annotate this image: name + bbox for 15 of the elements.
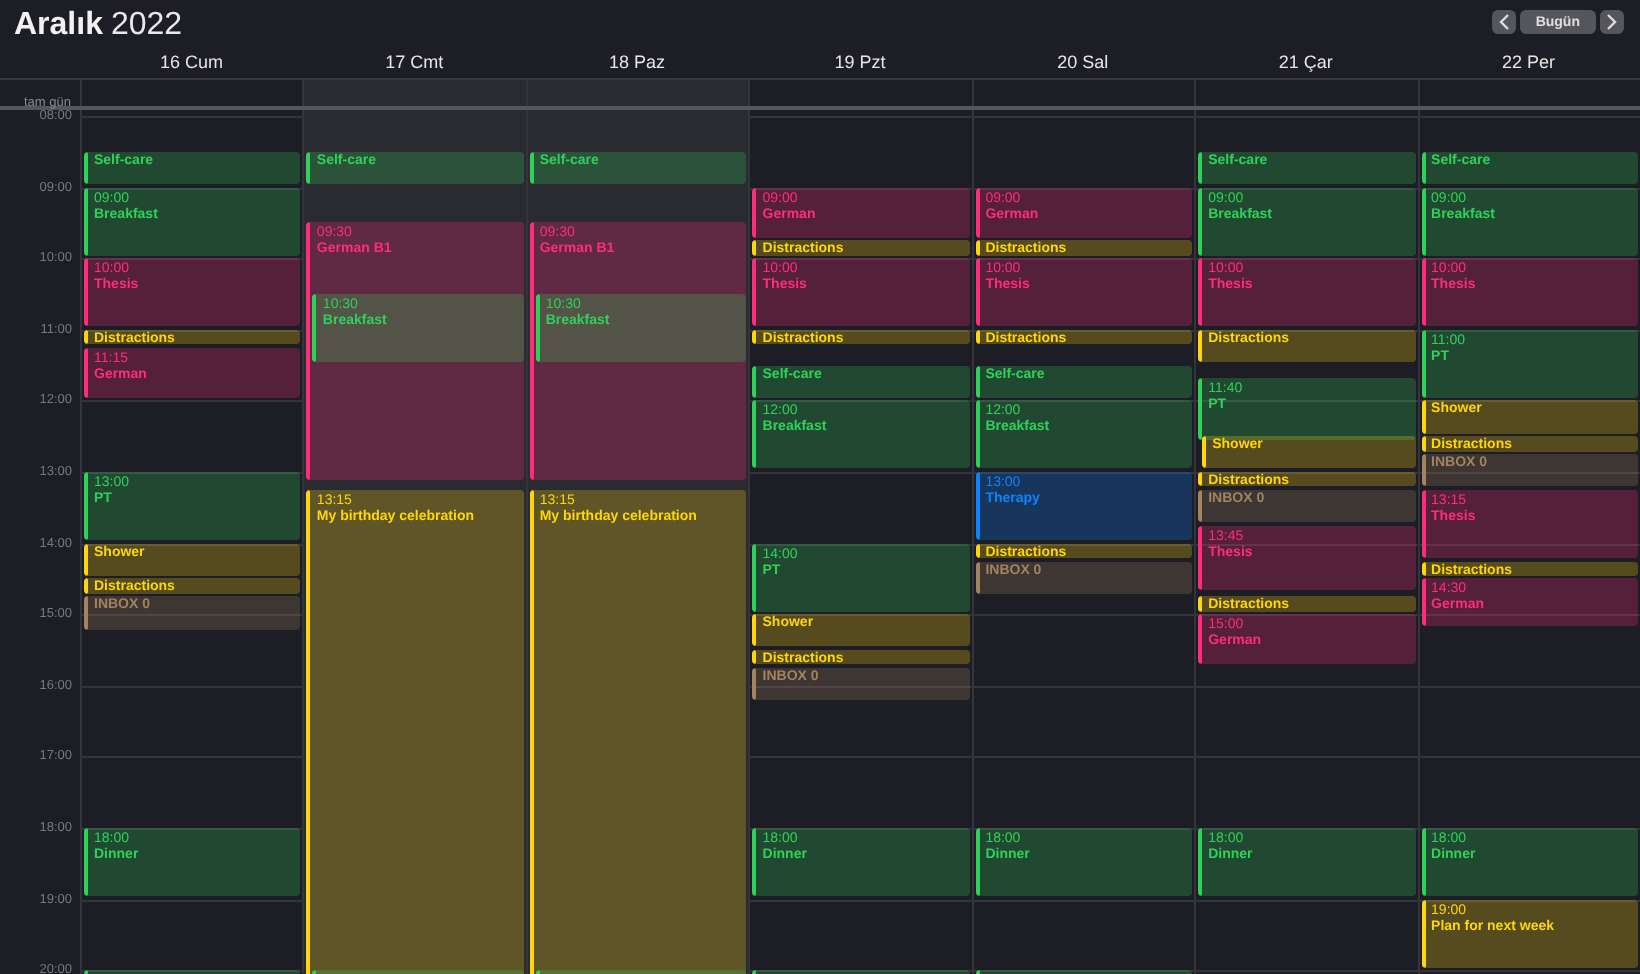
- day-header[interactable]: 20 Sal: [1057, 51, 1109, 71]
- next-button[interactable]: [1600, 10, 1624, 34]
- all-day-cell[interactable]: [302, 80, 526, 106]
- year-title: 2022: [110, 8, 183, 44]
- day-header[interactable]: 16 Cum: [159, 51, 223, 71]
- chevron-left-icon: [1497, 14, 1510, 30]
- previous-button[interactable]: [1491, 10, 1516, 34]
- day-header[interactable]: 17 Cmt: [385, 51, 444, 71]
- day-header[interactable]: 19 Pzt: [834, 51, 886, 71]
- chevron-right-icon: [1606, 14, 1618, 30]
- day-header[interactable]: 18 Paz: [609, 51, 666, 71]
- day-header[interactable]: 21 Çar: [1278, 51, 1333, 71]
- day-header[interactable]: 22 Per: [1501, 51, 1555, 71]
- all-day-cell[interactable]: [525, 80, 749, 106]
- month-title: Aralık: [14, 8, 103, 44]
